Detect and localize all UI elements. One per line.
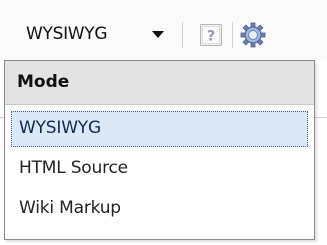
mode-option-wiki-markup[interactable]: Wiki Markup: [11, 191, 308, 227]
option-label: Wiki Markup: [19, 198, 121, 218]
option-label: HTML Source: [19, 158, 128, 178]
help-icon[interactable]: ?: [198, 22, 224, 48]
svg-text:?: ?: [207, 29, 215, 45]
settings-icon[interactable]: [239, 21, 267, 49]
mode-option-html-source[interactable]: HTML Source: [11, 151, 308, 187]
dropdown-header: Mode: [5, 61, 314, 105]
mode-dropdown-menu: Mode WYSIWYG HTML Source Wiki Markup: [4, 60, 315, 240]
mode-select[interactable]: WYSIWYG: [4, 18, 174, 52]
editor-page: WYSIWYG ? Mode WYSIWYG HTML Source Wiki …: [0, 0, 327, 245]
dropdown-header-label: Mode: [17, 72, 70, 92]
mode-select-value: WYSIWYG: [26, 24, 108, 44]
chevron-down-icon[interactable]: [148, 27, 168, 43]
option-label: WYSIWYG: [19, 118, 101, 138]
mode-option-wysiwyg[interactable]: WYSIWYG: [11, 111, 308, 147]
editor-toolbar: WYSIWYG ?: [0, 0, 327, 60]
toolbar-separator: [182, 22, 183, 48]
toolbar-separator: [232, 22, 233, 48]
